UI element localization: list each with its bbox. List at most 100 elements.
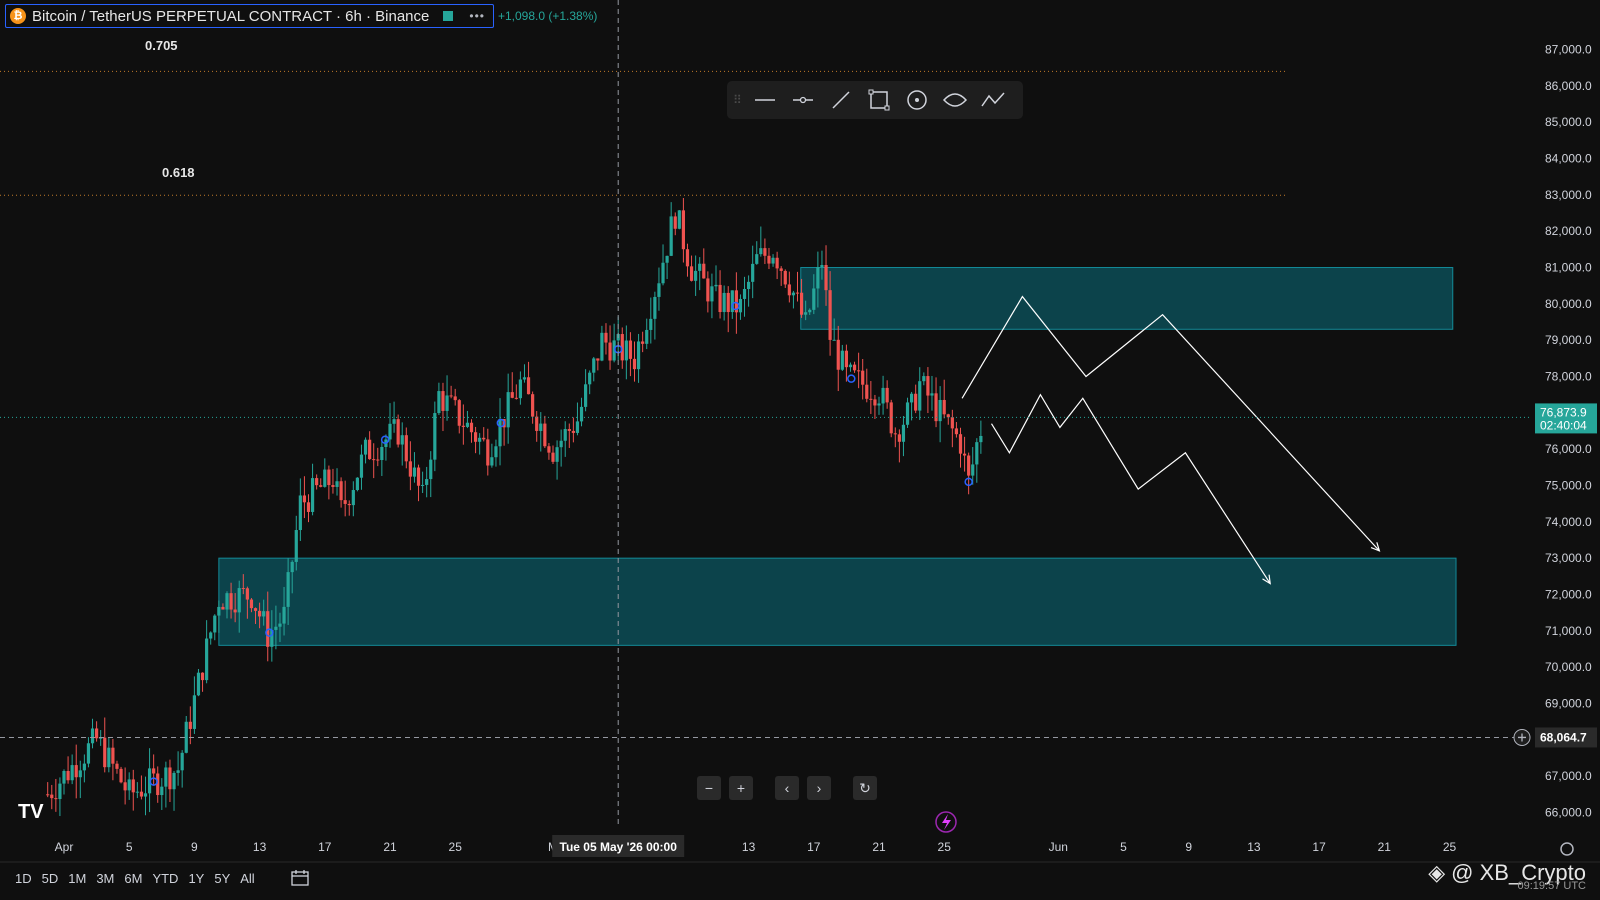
candle-body [836,339,840,370]
candle-body [473,432,478,442]
path-shape-tool-icon[interactable] [939,85,971,115]
candle-body [791,292,796,296]
candle-body [176,770,180,773]
candle-body [457,400,461,426]
candle-body [368,439,372,460]
candle-body [946,414,950,418]
candle-body [804,312,808,315]
timeframe-1m[interactable]: 1M [63,871,91,886]
time-tick-label: 21 [383,840,397,854]
more-options-icon[interactable]: ••• [469,9,485,23]
candle-body [979,435,983,443]
price-tick-label: 85,000.0 [1545,115,1592,129]
candle-body [217,606,221,616]
candle-body [755,254,759,264]
candle-body [885,387,889,403]
candle-body [131,779,135,793]
price-tick-label: 87,000.0 [1545,43,1592,57]
candle-body [718,284,722,313]
candle-body [551,452,555,462]
candle-body [869,398,873,400]
candle-body [196,672,201,696]
candle-body [632,358,637,370]
candle-body [559,440,563,448]
scroll-right-button[interactable]: › [807,776,831,800]
timeframe-selector: 1D 5D 1M 3M 6M YTD 1Y 5Y All [10,871,260,886]
rectangle-tool-icon[interactable] [863,85,895,115]
symbol-title-box[interactable]: ₿ Bitcoin / TetherUS PERPETUAL CONTRACT … [5,4,494,28]
trend-line-tool-icon[interactable] [825,85,857,115]
candle-body [335,481,339,487]
time-tick-label: 21 [1378,840,1392,854]
bar-countdown: 02:40:04 [1540,418,1587,432]
timeframe-5y[interactable]: 5Y [209,871,235,886]
fib-label-0618: 0.618 [162,165,195,180]
timeframe-ytd[interactable]: YTD [147,871,183,886]
flag-icon[interactable] [443,11,454,21]
price-tick-label: 74,000.0 [1545,515,1592,529]
candle-body [840,350,844,370]
timeframe-3m[interactable]: 3M [91,871,119,886]
candle-body [429,459,433,480]
candle-body [771,257,775,264]
candle-body [844,350,848,368]
timeframe-1d[interactable]: 1D [10,871,37,886]
candle-body [714,284,718,287]
zoom-out-button[interactable]: − [697,776,721,800]
candle-body [86,743,91,764]
timeframe-6m[interactable]: 6M [119,871,147,886]
circle-tool-icon[interactable] [901,85,933,115]
fib-label-0705: 0.705 [145,38,178,53]
candle-body [600,332,604,361]
candle-body [115,763,119,769]
zigzag-tool-icon[interactable] [977,85,1009,115]
candle-body [514,397,518,399]
candle-body [294,530,298,562]
candle-body [392,419,396,424]
candle-body [689,266,694,281]
symbol-title: Bitcoin / TetherUS PERPETUAL CONTRACT · … [32,7,430,25]
candle-body [82,763,86,771]
reset-chart-button[interactable]: ↻ [853,776,877,800]
timeframe-1y[interactable]: 1Y [183,871,209,886]
timeframe-all[interactable]: All [235,871,259,886]
horizontal-line-tool-icon[interactable] [749,85,781,115]
candle-body [107,747,111,768]
candle-body [62,770,66,784]
candle-body [938,399,942,422]
candle-body [722,292,726,313]
time-tick-label: 21 [872,840,886,854]
candle-body [832,339,836,341]
candle-body [490,457,494,466]
time-tick-label: 5 [126,840,133,854]
time-tick-label: 9 [191,840,198,854]
zoom-in-button[interactable]: + [729,776,753,800]
candle-body [408,461,412,477]
candle-body [901,424,906,442]
candle-body [657,283,661,297]
scroll-left-button[interactable]: ‹ [775,776,799,800]
candle-body [808,309,812,313]
candle-body [698,263,702,271]
calendar-goto-icon[interactable] [290,869,310,887]
symbol-header: ₿ Bitcoin / TetherUS PERPETUAL CONTRACT … [5,4,597,28]
candle-body [180,752,184,771]
candle-body [897,434,901,442]
timeframe-5d[interactable]: 5D [37,871,64,886]
candle-body [258,610,262,617]
candle-body [975,442,979,465]
candle-body [445,395,449,411]
candle-body [510,392,514,398]
candle-body [66,770,70,781]
candle-body [881,387,885,404]
candle-body [816,267,820,289]
candle-body [624,340,628,361]
candle-body [763,248,767,256]
candle-body [681,210,685,250]
candle-body [588,372,592,385]
horizontal-ray-tool-icon[interactable] [787,85,819,115]
drag-grip-icon[interactable]: ⠿ [733,93,743,107]
candle-body [645,329,649,344]
candle-body [555,447,559,462]
price-chart[interactable]: 87,000.0 86,000.0 85,000.0 84,000.0 83,000.0… [0,0,1600,900]
